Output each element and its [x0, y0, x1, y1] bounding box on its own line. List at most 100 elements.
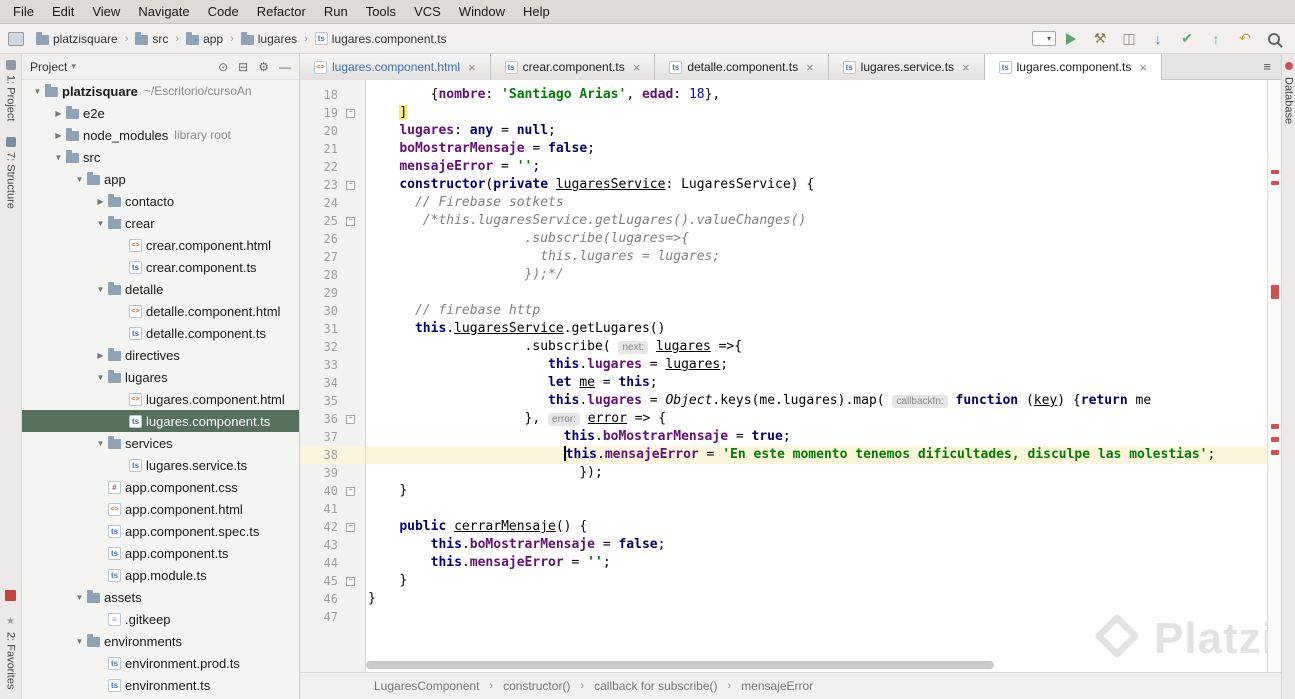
tab-close-icon[interactable]: ×	[1139, 60, 1147, 75]
code-line-29[interactable]	[366, 284, 1281, 302]
nav-build-hammer-icon[interactable]: ⚒	[1091, 30, 1109, 48]
collapse-arrow-icon[interactable]: ▼	[93, 219, 108, 228]
code-line-47[interactable]	[366, 608, 1281, 626]
collapse-arrow-icon[interactable]: ▼	[93, 285, 108, 294]
collapse-arrow-icon[interactable]: ▼	[72, 593, 87, 602]
tree-item-detalle-component-ts[interactable]: ts detalle.component.ts	[22, 322, 299, 344]
expand-arrow-icon[interactable]: ▶	[51, 131, 66, 140]
error-stripe[interactable]	[1267, 80, 1281, 672]
gutter-line-38[interactable]: 38	[300, 446, 365, 464]
gutter-line-42[interactable]: 42−	[300, 518, 365, 536]
tree-item-app-component-html[interactable]: <> app.component.html	[22, 498, 299, 520]
code-line-33[interactable]: this.lugares = lugares;	[366, 356, 1281, 374]
breadcrumb-item-platzisquare[interactable]: platzisquare	[32, 30, 122, 48]
tool-button-favorites[interactable]: ★ 2: Favorites	[5, 616, 17, 689]
menu-item-code[interactable]: Code	[199, 0, 248, 23]
tree-item--gitkeep[interactable]: ≡ .gitkeep	[22, 608, 299, 630]
panel-title-dropdown-icon[interactable]: ▾	[71, 61, 76, 72]
collapse-all-icon[interactable]: ⊟	[238, 60, 248, 74]
menu-item-help[interactable]: Help	[514, 0, 559, 23]
menu-item-vcs[interactable]: VCS	[405, 0, 450, 23]
code-line-43[interactable]: this.boMostrarMensaje = false;	[366, 536, 1281, 554]
code-line-34[interactable]: let me = this;	[366, 374, 1281, 392]
gutter-line-22[interactable]: 22	[300, 158, 365, 176]
tree-item-app-component-spec-ts[interactable]: ts app.component.spec.ts	[22, 520, 299, 542]
code-line-18[interactable]: {nombre: 'Santiago Arias', edad: 18},	[366, 86, 1281, 104]
gutter-line-40[interactable]: 40−	[300, 482, 365, 500]
gutter-line-29[interactable]: 29	[300, 284, 365, 302]
inspection-indicator-icon[interactable]	[1284, 62, 1293, 70]
code-line-32[interactable]: .subscribe( next: lugares =>{	[366, 338, 1281, 356]
tree-item-e2e[interactable]: ▶ e2e	[22, 102, 299, 124]
gutter-line-27[interactable]: 27	[300, 248, 365, 266]
editor-breadcrumb-mensajeerror[interactable]: mensajeError	[739, 678, 815, 694]
collapse-arrow-icon[interactable]: ▼	[30, 87, 45, 96]
code-line-23[interactable]: constructor(private lugaresService: Luga…	[366, 176, 1281, 194]
code-line-44[interactable]: this.mensajeError = '';	[366, 554, 1281, 572]
menu-item-refactor[interactable]: Refactor	[248, 0, 315, 23]
error-stripe-mark[interactable]	[1271, 450, 1279, 455]
code-line-28[interactable]: });*/	[366, 266, 1281, 284]
gutter-line-23[interactable]: 23−	[300, 176, 365, 194]
tree-item-node-modules[interactable]: ▶ node_modules library root	[22, 124, 299, 146]
fold-marker-icon[interactable]: −	[346, 576, 355, 586]
nav-search-everywhere-icon[interactable]	[1265, 30, 1283, 48]
fold-marker-icon[interactable]: −	[346, 522, 355, 532]
code-line-25[interactable]: /*this.lugaresService.getLugares().value…	[366, 212, 1281, 230]
fold-marker-icon[interactable]: −	[346, 180, 355, 190]
tab-detalle-component-ts[interactable]: ts detalle.component.ts ×	[655, 54, 829, 80]
tree-item-contacto[interactable]: ▶ contacto	[22, 190, 299, 212]
gutter-line-31[interactable]: 31	[300, 320, 365, 338]
gutter-line-33[interactable]: 33	[300, 356, 365, 374]
tool-button-npm[interactable]	[5, 589, 16, 601]
tree-item-crear-component-html[interactable]: <> crear.component.html	[22, 234, 299, 256]
gutter-line-30[interactable]: 30	[300, 302, 365, 320]
gutter-line-28[interactable]: 28	[300, 266, 365, 284]
fold-marker-icon[interactable]: −	[346, 216, 355, 226]
error-stripe-mark[interactable]	[1271, 181, 1279, 185]
code-line-30[interactable]: // firebase http	[366, 302, 1281, 320]
tab-crear-component-ts[interactable]: ts crear.component.ts ×	[490, 54, 656, 80]
menu-item-window[interactable]: Window	[450, 0, 514, 23]
fold-marker-icon[interactable]: −	[346, 414, 355, 424]
expand-arrow-icon[interactable]: ▶	[93, 197, 108, 206]
gutter-line-34[interactable]: 34	[300, 374, 365, 392]
nav-vcs-commit-icon[interactable]: ✔	[1178, 30, 1196, 48]
tree-item-crear[interactable]: ▼ crear	[22, 212, 299, 234]
horizontal-scrollbar[interactable]	[366, 660, 1267, 670]
menu-item-view[interactable]: View	[83, 0, 129, 23]
tree-item-detalle[interactable]: ▼ detalle	[22, 278, 299, 300]
collapse-arrow-icon[interactable]: ▼	[72, 175, 87, 184]
expand-arrow-icon[interactable]: ▶	[93, 351, 108, 360]
tool-button-database[interactable]: Database	[1283, 77, 1295, 124]
breadcrumb-item-lugares[interactable]: lugares	[237, 30, 301, 48]
nav-rollback-icon[interactable]: ↶	[1236, 30, 1254, 48]
breadcrumb-item-lugares-component-ts[interactable]: ts lugares.component.ts	[311, 30, 451, 48]
collapse-arrow-icon[interactable]: ▼	[93, 439, 108, 448]
gutter-line-24[interactable]: 24	[300, 194, 365, 212]
gutter-line-41[interactable]: 41	[300, 500, 365, 518]
tree-item-environments[interactable]: ▼ environments	[22, 630, 299, 652]
menu-item-run[interactable]: Run	[315, 0, 357, 23]
gutter-line-37[interactable]: 37	[300, 428, 365, 446]
tree-item-detalle-component-html[interactable]: <> detalle.component.html	[22, 300, 299, 322]
tree-item-crear-component-ts[interactable]: ts crear.component.ts	[22, 256, 299, 278]
fold-marker-icon[interactable]: −	[346, 108, 355, 118]
error-stripe-mark[interactable]	[1271, 424, 1279, 429]
expand-arrow-icon[interactable]: ▶	[51, 109, 66, 118]
code-line-46[interactable]: }	[366, 590, 1281, 608]
gutter-line-47[interactable]: 47	[300, 608, 365, 626]
code-line-40[interactable]: }	[366, 482, 1281, 500]
nav-run-config-dropdown-icon[interactable]: ▾	[1031, 30, 1056, 48]
tree-item-environment-prod-ts[interactable]: ts environment.prod.ts	[22, 652, 299, 674]
code-line-21[interactable]: boMostrarMensaje = false;	[366, 140, 1281, 158]
tab-close-icon[interactable]: ×	[633, 60, 641, 75]
tree-item-assets[interactable]: ▼ assets	[22, 586, 299, 608]
gutter-line-46[interactable]: 46	[300, 590, 365, 608]
tab-close-icon[interactable]: ×	[468, 60, 476, 75]
gutter-line-19[interactable]: 19−	[300, 104, 365, 122]
code-line-39[interactable]: });	[366, 464, 1281, 482]
gutter-line-39[interactable]: 39	[300, 464, 365, 482]
hide-icon[interactable]: —	[279, 60, 291, 74]
error-stripe-mark[interactable]	[1271, 437, 1279, 442]
